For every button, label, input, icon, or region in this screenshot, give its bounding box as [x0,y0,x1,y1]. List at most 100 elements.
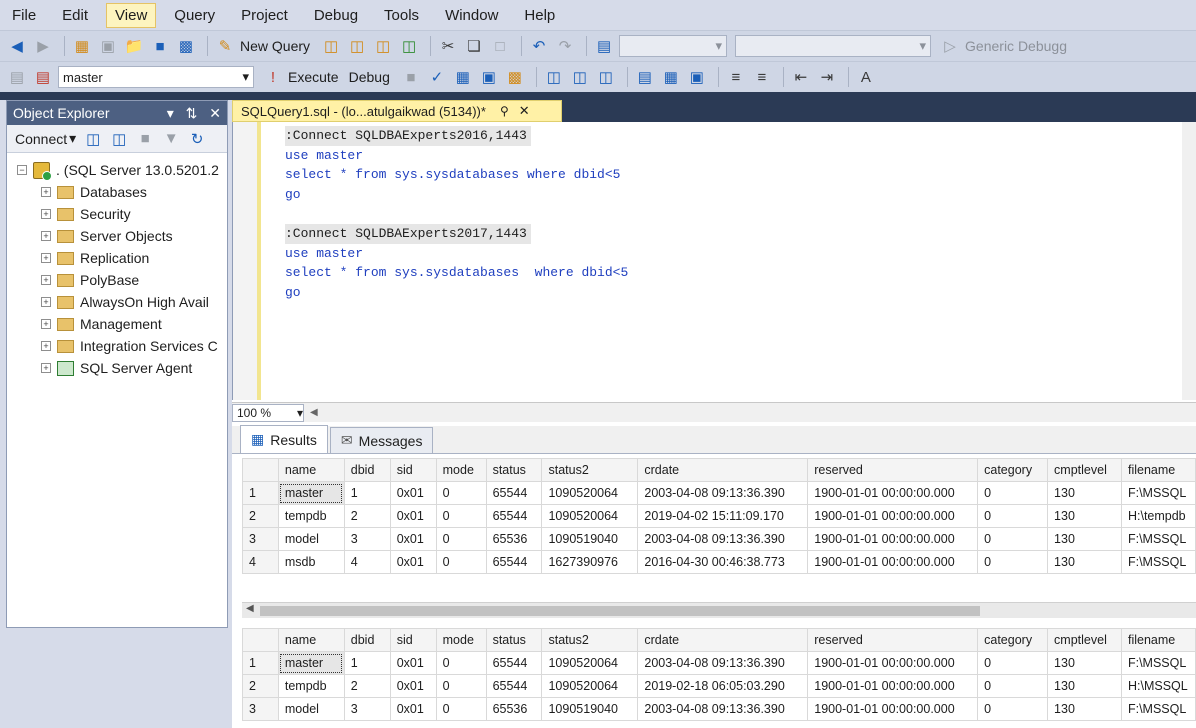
table-cell[interactable]: 0 [435,527,487,551]
table-cell[interactable]: 2003-04-08 09:13:36.390 [637,651,809,675]
table-row[interactable]: 2 tempdb 2 0x01 0 65544 1090520064 2019-02-18 0… [242,674,1196,698]
open-folder-icon[interactable]: 📁 [123,35,145,57]
table-cell[interactable]: 130 [1047,504,1122,528]
zoom-combo[interactable]: 100 % ▾ [232,403,304,422]
table-cell[interactable]: 1 [343,651,391,675]
redo-icon[interactable]: ↷ [554,35,576,57]
code-area[interactable]: :Connect SQLDBAExperts2016,1443 use mast… [285,126,628,302]
column-header[interactable]: filename [1120,628,1196,652]
paste-icon[interactable]: □ [489,35,511,57]
table-cell[interactable]: 3 [343,697,391,721]
table-cell[interactable]: model [277,527,345,551]
table-cell[interactable]: 65544 [485,481,543,505]
uncomment-icon[interactable]: ≡ [751,66,773,88]
table-row[interactable]: 2 tempdb 2 0x01 0 65544 1090520064 2019-04-02 1… [242,504,1196,528]
xmla-query-icon[interactable]: ◫ [398,35,420,57]
column-header[interactable]: sid [389,628,437,652]
cancel-query-icon[interactable]: ■ [400,66,422,88]
table-cell[interactable]: F:\MSSQL [1120,527,1196,551]
table-row[interactable]: 1 master 1 0x01 0 65544 1090520064 2003-04-08 0… [242,481,1196,505]
column-header[interactable]: crdate [637,628,809,652]
table-cell[interactable]: tempdb [277,674,345,698]
add-item-icon[interactable]: ▣ [97,35,119,57]
table-row[interactable]: 3 model 3 0x01 0 65536 1090519040 2003-04-08 09… [242,527,1196,551]
refresh-icon[interactable]: ↻ [186,128,208,150]
solution-config-combo[interactable]: ▾ [619,35,728,57]
tree-node-server-objects[interactable]: + Server Objects [7,225,227,247]
table-cell[interactable]: 2019-02-18 06:05:03.290 [637,674,809,698]
table-cell[interactable]: 0x01 [389,697,437,721]
column-header[interactable]: mode [435,628,487,652]
pin-icon[interactable]: ⇅ [186,105,198,121]
column-header[interactable]: sid [389,458,437,482]
column-header[interactable]: status [485,458,543,482]
table-cell[interactable]: 0x01 [389,527,437,551]
row-number[interactable]: 1 [242,481,279,505]
table-cell[interactable]: F:\MSSQL [1120,481,1196,505]
table-cell[interactable]: 1900-01-01 00:00:00.000 [807,674,979,698]
menu-edit[interactable]: Edit [54,4,96,27]
table-cell[interactable]: msdb [277,550,345,574]
debugger-icon[interactable]: ▷ [939,35,961,57]
tab-sqlquery1[interactable]: SQLQuery1.sql - (lo...atulgaikwad (5134)… [232,100,562,122]
row-number[interactable]: 2 [242,504,279,528]
copy-icon[interactable]: ❏ [463,35,485,57]
table-cell[interactable]: 1090520064 [541,504,639,528]
tree-node-databases[interactable]: + Databases [7,181,227,203]
column-header[interactable] [242,458,279,482]
results-grid-2[interactable]: name dbid sid mode status status2 crdate reserv… [242,628,1196,721]
new-project-icon[interactable]: ▦ [71,35,93,57]
table-cell[interactable]: 1090519040 [541,527,639,551]
table-cell[interactable]: model [277,697,345,721]
tab-results[interactable]: ▦ Results [240,425,328,453]
column-header[interactable]: filename [1120,458,1196,482]
table-cell[interactable]: 0x01 [389,550,437,574]
execute-icon[interactable]: ! [262,66,284,88]
row-number[interactable]: 4 [242,550,279,574]
scrollbar-thumb[interactable] [260,606,980,616]
db-engine-query-icon[interactable]: ◫ [320,35,342,57]
table-cell[interactable]: 0x01 [389,651,437,675]
table-cell[interactable]: F:\MSSQL [1120,697,1196,721]
table-cell[interactable]: 4 [343,550,391,574]
tree-node-management[interactable]: + Management [7,313,227,335]
table-cell[interactable]: master [277,481,345,505]
table-cell[interactable]: 1090520064 [541,481,639,505]
table-cell[interactable]: 1090519040 [541,697,639,721]
table-cell[interactable]: 1 [343,481,391,505]
expand-icon[interactable]: + [41,297,51,307]
table-cell[interactable]: 130 [1047,674,1122,698]
collapse-icon[interactable]: − [17,165,27,175]
save-all-icon[interactable]: ▩ [175,35,197,57]
tab-messages[interactable]: ✉ Messages [329,427,434,453]
table-cell[interactable]: 65544 [485,504,543,528]
table-cell[interactable]: 1900-01-01 00:00:00.000 [807,481,979,505]
expand-icon[interactable]: + [41,363,51,373]
specify-values-icon[interactable]: A [855,66,877,88]
close-icon[interactable]: ✕ [209,105,221,121]
connect-icon[interactable]: ▤ [6,66,28,88]
table-cell[interactable]: 1900-01-01 00:00:00.000 [807,550,979,574]
menu-window[interactable]: Window [437,4,506,27]
table-cell[interactable]: 130 [1047,651,1122,675]
table-cell[interactable]: 2 [343,674,391,698]
table-cell[interactable]: 0x01 [389,481,437,505]
table-cell[interactable]: 2003-04-08 09:13:36.390 [637,697,809,721]
back-icon[interactable]: ◀ [6,35,28,57]
table-cell[interactable]: 2003-04-08 09:13:36.390 [637,527,809,551]
debug-button[interactable]: Debug [349,69,390,85]
change-connection-icon[interactable]: ▤ [32,66,54,88]
pin-icon[interactable]: ⚲ [500,104,509,118]
table-cell[interactable]: 3 [343,527,391,551]
table-cell[interactable]: 65536 [485,697,543,721]
table-cell[interactable]: 65544 [485,651,543,675]
expand-icon[interactable]: + [41,341,51,351]
table-cell[interactable]: 2019-04-02 15:11:09.170 [637,504,809,528]
expand-icon[interactable]: + [41,209,51,219]
table-cell[interactable]: H:\MSSQL [1120,674,1196,698]
menu-tools[interactable]: Tools [376,4,427,27]
table-cell[interactable]: 0x01 [389,504,437,528]
table-cell[interactable]: 1090520064 [541,674,639,698]
table-cell[interactable]: F:\MSSQL [1120,651,1196,675]
table-cell[interactable]: 65536 [485,527,543,551]
